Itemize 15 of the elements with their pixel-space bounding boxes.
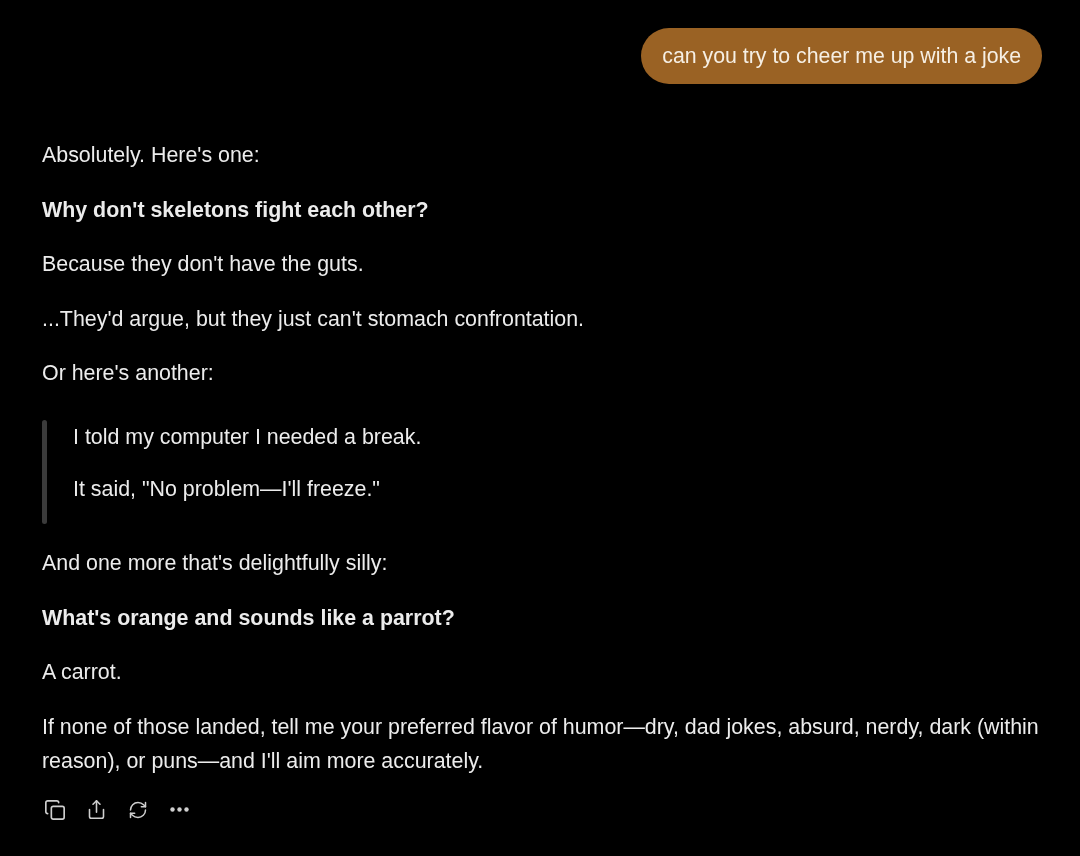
refresh-icon bbox=[128, 799, 149, 820]
user-message: can you try to cheer me up with a joke bbox=[641, 28, 1042, 84]
response-text: Because they don't have the guts. bbox=[42, 251, 365, 278]
response-text: ...They'd argue, but they just can't stomach confrontation. bbox=[42, 305, 586, 333]
response-text: And one more that's delightfully silly: bbox=[42, 550, 389, 577]
response-text: If none of those landed, tell me your preferred flavor of humor—dry, dad jokes, absurd, nerdy, dark (within reason), or puns—and I'll aim more accurately. bbox=[42, 713, 1040, 775]
response-text: A carrot. bbox=[42, 659, 123, 686]
more-icon bbox=[170, 807, 190, 812]
response-text: Or here's another: bbox=[42, 360, 215, 387]
quote-text: It said, "No problem—I'll freeze." bbox=[73, 476, 381, 503]
quote-text: I told my computer I needed a break. bbox=[73, 424, 422, 451]
copy-icon bbox=[44, 798, 66, 821]
response-text: Absolutely. Here's one: bbox=[42, 142, 261, 169]
joke-question: What's orange and sounds like a parrot? bbox=[42, 604, 456, 632]
joke-question: Why don't skeletons fight each other? bbox=[42, 196, 430, 224]
